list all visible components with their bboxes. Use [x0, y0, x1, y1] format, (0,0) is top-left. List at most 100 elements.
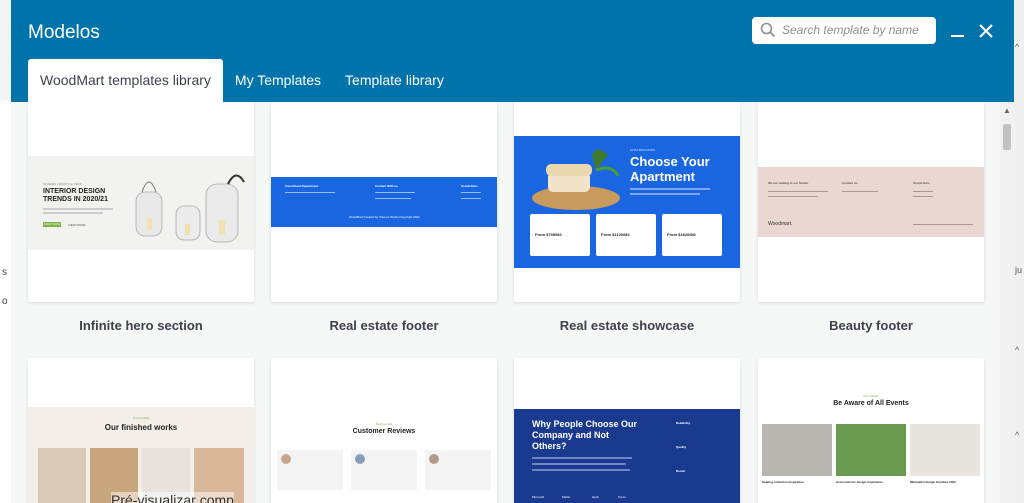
modal-header: Modelos WoodMart templates library My Te… [11, 0, 1014, 102]
thumb-logo: slack [592, 495, 599, 499]
thumb-heading: Be Aware of All Events [833, 400, 909, 407]
thumb-text-line [842, 191, 878, 192]
chevron-up-icon: ^ [1015, 345, 1020, 355]
thumb-feature: Quality [676, 445, 687, 449]
template-card[interactable]: Testimonials Customer Reviews [271, 358, 497, 503]
thumb-button: SHOP NOW [43, 222, 61, 227]
thumb-footer-col: Contact us [842, 181, 858, 185]
thumb-footer-col: Social links [461, 184, 478, 188]
template-card[interactable]: Investment Department Contact With us So… [271, 102, 497, 302]
tab-woodmart-library[interactable]: WoodMart templates library [28, 59, 223, 102]
thumb-caption: Green interior design inspiration [836, 480, 883, 484]
thumb-brand: Woodmart. [768, 221, 793, 227]
thumb-eyebrow: ELIZA BUILDINGS [630, 148, 656, 152]
thumb-text-line [43, 212, 103, 214]
thumb-footer-col: We are waiting in our Studio [768, 181, 809, 185]
thumb-text-line [285, 192, 335, 193]
template-card[interactable]: MODERN LIFESTYLE TEXT INTERIOR DESIGN TR… [28, 102, 254, 302]
scrollbar[interactable]: ▲ [1000, 102, 1014, 503]
thumb-eyebrow: MODERN LIFESTYLE TEXT [43, 182, 82, 186]
thumb-price: From $795/M2 [535, 232, 562, 237]
thumb-eyebrow: Our articles [863, 394, 879, 398]
thumb-text-line [630, 193, 700, 195]
thumb-price: From $1120/M2 [601, 232, 630, 237]
tab-bar: WoodMart templates library My Templates … [28, 59, 456, 102]
thumb-heading: Customer Reviews [352, 428, 416, 435]
thumb-feature: Reliability [676, 421, 691, 425]
thumb-review [277, 450, 343, 490]
thumb-price-card: From $1120/M2 [596, 214, 656, 256]
avatar [355, 454, 365, 464]
thumb-text-line [461, 198, 481, 199]
template-thumbnail: Investment Department Contact With us So… [271, 177, 497, 227]
template-card[interactable]: Our portfolio Our finished works [28, 358, 254, 503]
minimize-icon[interactable] [947, 20, 969, 42]
background-edge-glyph: o [2, 296, 8, 307]
thumb-price: From $1820/M2 [667, 232, 696, 237]
thumb-eyebrow: Our portfolio [132, 416, 150, 420]
thumb-feature: Result [676, 469, 686, 473]
avatar [429, 454, 439, 464]
templates-grid: MODERN LIFESTYLE TEXT INTERIOR DESIGN TR… [11, 102, 1014, 503]
thumb-text-line [768, 191, 828, 192]
thumb-logo: Microsoft [532, 495, 545, 499]
avatar [281, 454, 291, 464]
template-title: Infinite hero section [79, 318, 203, 333]
thumb-logo: Pyres [618, 495, 626, 499]
thumb-price-card: From $1820/M2 [662, 214, 722, 256]
background-edge-glyph: ju [1015, 265, 1023, 275]
thumb-review [351, 450, 417, 490]
chevron-up-icon: ^ [1015, 430, 1020, 440]
thumb-eyebrow: Testimonials [375, 422, 393, 426]
thumb-heading: INTERIOR DESIGN TRENDS IN 2020/21 [43, 188, 108, 203]
thumb-text-line [913, 224, 973, 225]
search-box[interactable] [752, 17, 936, 44]
search-input[interactable] [782, 21, 930, 39]
thumb-photo [836, 424, 906, 476]
thumb-logo: Mattis [562, 495, 571, 499]
close-icon[interactable] [975, 20, 997, 42]
thumb-text-line [532, 463, 626, 465]
scroll-up-icon[interactable]: ▲ [1003, 106, 1011, 115]
thumb-review [425, 450, 491, 490]
preview-overlay-text: Pré-visualizar comp [111, 492, 234, 503]
template-thumbnail: Our articles Be Aware of All Events Seat… [758, 368, 984, 503]
thumb-text-line [375, 192, 415, 193]
armchair-image [532, 149, 620, 210]
thumb-text-line [768, 196, 818, 197]
thumb-text-line [913, 191, 933, 192]
thumb-text-line [532, 469, 630, 471]
templates-modal: Modelos WoodMart templates library My Te… [11, 0, 1014, 503]
thumb-footer-col: Contact With us [375, 184, 398, 188]
template-title: Real estate showcase [559, 318, 695, 333]
thumb-photo [38, 448, 86, 503]
thumb-text-line [43, 208, 113, 210]
thumb-heading: Our finished works [104, 423, 178, 432]
thumb-footer-col: Social links [913, 181, 930, 185]
template-thumbnail: ELIZA BUILDINGS Choose Your Apartment Fr… [514, 136, 740, 268]
thumb-heading: Why People Choose Our Company and Not Ot… [532, 419, 638, 451]
thumb-photo [910, 424, 980, 476]
thumb-text-line [375, 198, 411, 199]
thumb-text-line [913, 196, 933, 197]
thumb-heading: Choose Your Apartment [630, 154, 710, 184]
scrollbar-thumb[interactable] [1003, 124, 1011, 150]
template-card[interactable]: We are waiting in our Studio Contact us … [758, 102, 984, 302]
thumb-footer-col: Investment Department [285, 184, 319, 188]
thumb-photo [762, 424, 832, 476]
template-card[interactable]: Why People Choose Our Company and Not Ot… [514, 358, 740, 503]
template-thumbnail: We are waiting in our Studio Contact us … [758, 167, 984, 237]
lantern-image [135, 174, 245, 243]
template-card[interactable]: Our articles Be Aware of All Events Seat… [758, 358, 984, 503]
template-card[interactable]: ELIZA BUILDINGS Choose Your Apartment Fr… [514, 102, 740, 302]
template-thumbnail: Why People Choose Our Company and Not Ot… [514, 409, 740, 503]
template-thumbnail: MODERN LIFESTYLE TEXT INTERIOR DESIGN TR… [28, 156, 254, 250]
thumb-caption: Minimalist design furniture 2020 [910, 480, 956, 484]
tab-my-templates[interactable]: My Templates [223, 59, 333, 102]
chevron-up-icon: ^ [1015, 42, 1020, 52]
tab-template-library[interactable]: Template library [333, 59, 456, 102]
thumb-price-card: From $795/M2 [530, 214, 590, 256]
thumb-text-line [532, 457, 632, 459]
thumb-text-line [461, 192, 481, 193]
thumb-footer-bottom: WoodMart Created by Xtemos Studio Copyri… [349, 215, 420, 219]
